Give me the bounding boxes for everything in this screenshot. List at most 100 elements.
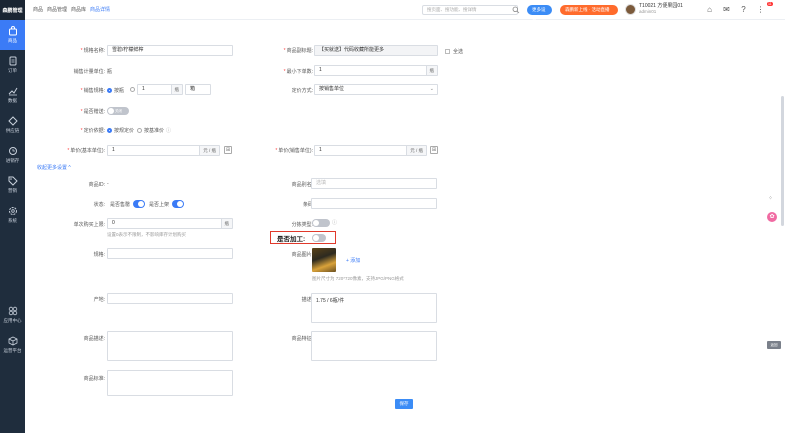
sale-mode-unit-select[interactable]: 箱 xyxy=(185,84,211,95)
gear-icon xyxy=(8,207,17,215)
upload-image-button[interactable]: + 添加 xyxy=(346,257,360,264)
process-label: 是否加工: xyxy=(277,236,306,243)
bag-icon xyxy=(8,26,17,36)
desc-textarea[interactable]: 1.75 / 6瓶/件 xyxy=(311,293,437,323)
name-input[interactable]: 雪碧/柠檬鲜榨 xyxy=(107,45,233,56)
info-icon: ⓘ xyxy=(166,128,172,134)
name-label: 规格名称: xyxy=(55,47,105,54)
calculator-icon[interactable]: ⊞ xyxy=(430,146,438,154)
supply-icon xyxy=(7,116,18,126)
app-root: 森鹏管理 商品 订单 数据 供应链 进销存 营销 系统 应用中心 运营平台 商品… xyxy=(0,0,785,433)
onshelf-toggle[interactable] xyxy=(172,200,184,208)
tag-icon xyxy=(8,176,18,186)
spec-input[interactable] xyxy=(107,248,233,259)
subtitle-label: 商品副标题: xyxy=(265,47,313,54)
barcode-input[interactable] xyxy=(311,198,437,209)
app-logo: 森鹏管理 xyxy=(0,0,25,20)
detail-label: 商品描述: xyxy=(83,336,105,342)
sale-mode-radio-alt[interactable] xyxy=(130,87,135,92)
top-icons: ⌂ ✉ ? ⋮ xyxy=(705,5,765,14)
gift-toggle[interactable]: 关闭 xyxy=(107,107,129,115)
sale-mode-qty: 1 xyxy=(142,86,145,92)
purchase-limit-input[interactable]: 0 瓶 xyxy=(107,218,233,229)
detail-textarea[interactable] xyxy=(107,331,233,361)
pricing-radio-2[interactable]: 按基准价 ⓘ xyxy=(137,127,171,134)
unit-price2-suffix: 元 / 瓶 xyxy=(406,146,426,155)
user-info[interactable]: T10021 方便果园01 admin01 xyxy=(639,3,683,15)
breadcrumb-item[interactable]: 商品 xyxy=(33,6,43,13)
scrollbar[interactable] xyxy=(781,96,784,226)
sidebar-item-stock[interactable]: 进销存 xyxy=(0,140,25,170)
sale-mode-unit2: 箱 xyxy=(190,86,196,92)
sidebar-item-system[interactable]: 系统 xyxy=(0,200,25,230)
sidebar-item-data[interactable]: 数据 xyxy=(0,80,25,110)
message-icon[interactable]: ✉ xyxy=(722,5,731,14)
standard-textarea[interactable] xyxy=(107,370,233,396)
min-order-input[interactable]: 1 瓶 xyxy=(314,65,438,76)
breadcrumb-current: 商品详情 xyxy=(90,7,111,13)
price-mode-select[interactable]: 按销售单位 ⌄ xyxy=(314,84,438,95)
sidebar-item-marketing[interactable]: 营销 xyxy=(0,170,25,200)
sidebar: 森鹏管理 商品 订单 数据 供应链 进销存 营销 系统 应用中心 运营平台 xyxy=(0,0,25,433)
split-label: 分拣类型: xyxy=(291,222,313,228)
help-icon[interactable]: ? xyxy=(739,5,748,14)
search-icon[interactable] xyxy=(512,6,520,14)
unit-price-suffix: 元 / 瓶 xyxy=(199,146,219,155)
alias-input[interactable]: 选填 xyxy=(311,178,437,189)
save-button[interactable]: 保存 xyxy=(395,399,413,409)
calculator-icon[interactable]: ⊞ xyxy=(224,146,232,154)
price-mode-label: 定价方式: xyxy=(291,88,313,94)
purchase-limit-value: 0 xyxy=(112,220,115,226)
soldout-toggle[interactable] xyxy=(133,200,145,208)
sale-mode-option: 按瓶 xyxy=(114,88,125,94)
feature-textarea[interactable] xyxy=(311,331,437,361)
breadcrumb-item[interactable]: 商品库 xyxy=(71,6,86,13)
avatar[interactable] xyxy=(625,4,636,15)
gift-toggle-text: 关闭 xyxy=(115,109,122,113)
promo-button[interactable]: 森鹏新上线 · 活动直播 xyxy=(560,5,618,15)
sidebar-item-label: 进销存 xyxy=(5,158,20,163)
select-all-checkbox[interactable] xyxy=(445,49,450,54)
pricing-radio-1[interactable]: 按规定价 xyxy=(107,127,134,134)
unit-price2-label: 单价(销售单位): xyxy=(265,147,313,154)
grid-tool-icon[interactable]: ⁘ xyxy=(768,195,773,202)
sidebar-item-apps[interactable]: 应用中心 xyxy=(0,300,25,330)
sidebar-item-ops[interactable]: 运营平台 xyxy=(0,330,25,360)
origin-input[interactable] xyxy=(107,293,233,304)
notification-badge: 11 xyxy=(767,2,773,6)
split-toggle[interactable] xyxy=(312,219,330,227)
product-image[interactable] xyxy=(312,248,336,272)
back-tag[interactable]: 返回 xyxy=(767,341,781,349)
sidebar-item-goods[interactable]: 商品 xyxy=(0,20,25,50)
sale-mode-radio[interactable]: 按瓶 xyxy=(107,87,124,94)
settings-button[interactable]: 更多设置 xyxy=(527,5,552,22)
sidebar-item-label: 商品 xyxy=(8,38,17,43)
sidebar-item-label: 应用中心 xyxy=(3,318,22,323)
more-icon[interactable]: ⋮ xyxy=(756,5,765,14)
min-order-label: 最小下单数: xyxy=(265,68,313,75)
unit-price-input[interactable]: 1 元 / 瓶 xyxy=(107,145,220,156)
chart-icon xyxy=(8,87,17,96)
unit-value: 瓶 xyxy=(107,69,113,75)
desc-label: 描述: xyxy=(301,297,313,303)
collapse-more-link[interactable]: 收起更多设置 ^ xyxy=(37,164,71,171)
stock-icon xyxy=(8,147,17,155)
sale-mode-qty-input[interactable]: 1 瓶 xyxy=(137,84,183,95)
search-input[interactable]: 搜页面、搜功能、搜详情 xyxy=(422,5,518,15)
select-all-label: 全选 xyxy=(453,49,464,55)
store-icon[interactable]: ⌂ xyxy=(705,5,714,14)
unit-price-value: 1 xyxy=(112,147,115,153)
apps-icon xyxy=(8,306,17,316)
assistant-icon[interactable]: ✿ xyxy=(767,212,777,222)
price-mode-value: 按销售单位 xyxy=(319,86,345,92)
sidebar-item-orders[interactable]: 订单 xyxy=(0,50,25,80)
subtitle-input[interactable]: 【买就送】代码收藏所能更多 xyxy=(314,45,438,56)
status-label: 状态: xyxy=(93,202,105,208)
unit-price2-input[interactable]: 1 元 / 瓶 xyxy=(314,145,427,156)
cube-icon xyxy=(8,336,17,346)
breadcrumb-item[interactable]: 商品管理 xyxy=(47,6,67,13)
spec-label: 规格: xyxy=(93,252,105,258)
process-toggle[interactable] xyxy=(312,234,326,242)
sidebar-item-supply[interactable]: 供应链 xyxy=(0,110,25,140)
pricing-option-2: 按基准价 xyxy=(144,128,165,134)
